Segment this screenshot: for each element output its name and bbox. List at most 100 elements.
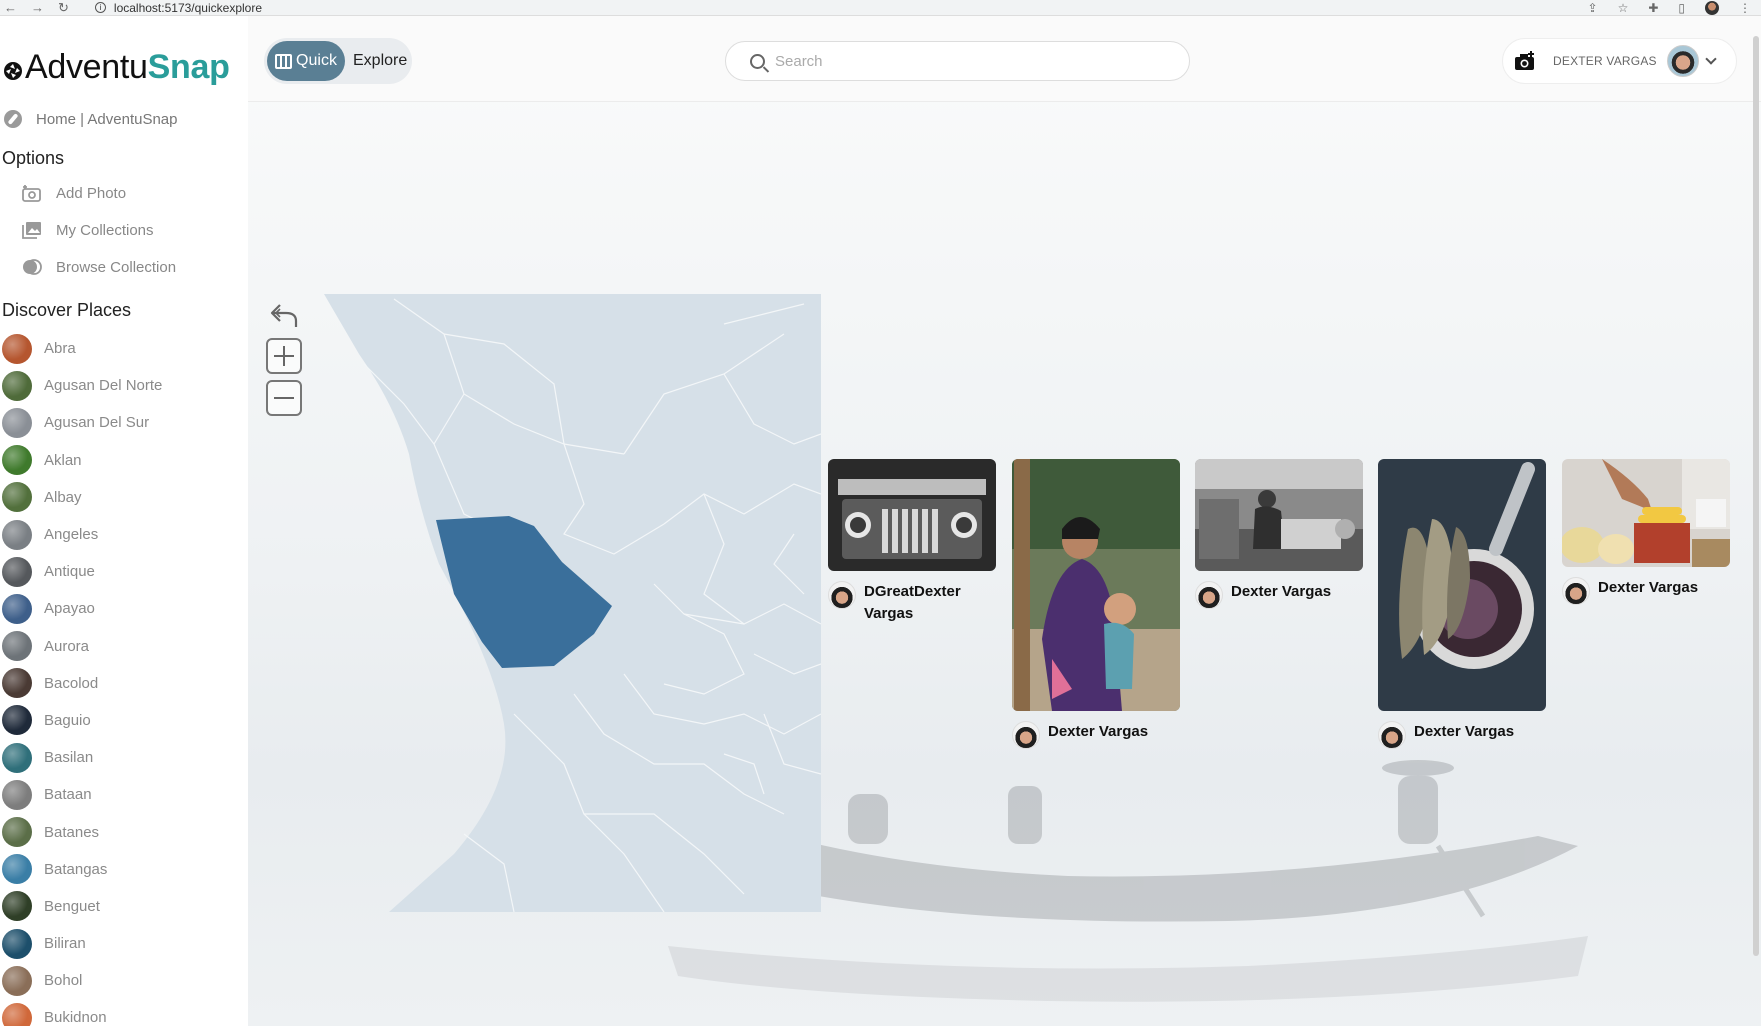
zoom-in-button[interactable] [266,338,302,374]
photo-image[interactable] [828,459,996,571]
photo-image[interactable] [1562,459,1730,567]
photo-image[interactable] [1378,459,1546,711]
place-thumbnail [2,593,32,624]
quick-mode-button[interactable]: Quick [267,41,345,81]
side-panel-icon[interactable]: ▯ [1678,1,1685,15]
place-item[interactable]: Abra [2,330,242,367]
photo-author[interactable]: Dexter Vargas [1012,721,1180,749]
place-item[interactable]: Antique [2,553,242,590]
scrollbar[interactable] [1753,36,1759,956]
photo-card[interactable]: Dexter Vargas [1012,459,1180,749]
place-item[interactable]: Batangas [2,851,242,888]
browse-icon [23,259,42,275]
place-thumbnail [2,519,32,550]
explore-mode-button[interactable]: Explore [353,52,407,70]
photo-author[interactable]: Dexter Vargas [1562,577,1730,605]
place-item[interactable]: Apayao [2,590,242,627]
place-item[interactable]: Biliran [2,925,242,962]
zoom-out-button[interactable] [266,380,302,416]
place-item[interactable]: Batanes [2,813,242,850]
author-name: DGreatDexter [864,583,961,600]
place-label: Bukidnon [44,1009,107,1026]
photo-card[interactable]: Dexter Vargas [1378,459,1546,749]
option-my-collections[interactable]: My Collections [22,221,154,239]
menu-icon[interactable]: ⋮ [1739,1,1751,15]
reload-icon[interactable]: ↻ [58,0,69,16]
star-icon[interactable]: ☆ [1618,1,1629,15]
option-add-photo[interactable]: Add Photo [22,184,126,202]
place-item[interactable]: Albay [2,479,242,516]
place-label: Aurora [44,637,90,655]
option-browse-collection[interactable]: Browse Collection [22,258,176,276]
app-logo[interactable]: Adventu Snap [3,48,230,87]
place-thumbnail [2,482,32,513]
photo-author[interactable]: Dexter Vargas [1195,581,1363,609]
place-thumbnail [2,779,32,810]
photo-card[interactable]: DGreatDexter Vargas [828,459,996,625]
place-item[interactable]: Angeles [2,516,242,553]
browser-toolbar: ← → ↻ i localhost:5173/quickexplore ⇪ ☆ … [0,0,1761,16]
photo-image[interactable] [1012,459,1180,711]
aperture-icon [4,61,22,80]
forward-icon[interactable]: → [31,0,44,16]
place-label: Benguet [44,897,100,915]
place-item[interactable]: Bukidnon [2,999,242,1026]
camera-plus-icon [1515,51,1534,70]
place-item[interactable]: Bacolod [2,665,242,702]
camera-button[interactable] [1503,39,1547,83]
photo-author[interactable]: DGreatDexter Vargas [828,581,996,625]
place-thumbnail [2,407,32,438]
place-thumbnail [2,668,32,699]
mode-toggle: Quick Explore [264,38,412,84]
place-item[interactable]: Agusan Del Norte [2,367,242,404]
share-icon[interactable]: ⇪ [1588,1,1598,15]
place-label: Basilan [44,749,94,767]
map-icon [275,53,293,69]
place-thumbnail [2,891,32,922]
home-link[interactable]: Home | AdventuSnap [4,110,178,128]
back-icon[interactable]: ← [4,0,17,16]
reset-view-button[interactable] [266,298,302,332]
place-item[interactable]: Bataan [2,776,242,813]
photo-card[interactable]: Dexter Vargas [1562,459,1730,605]
user-name[interactable]: DEXTER VARGAS [1553,54,1657,68]
place-item[interactable]: Bohol [2,962,242,999]
author-avatar [1012,721,1040,749]
photo-image[interactable] [1195,459,1363,571]
author-name: Dexter Vargas [1598,579,1699,596]
search-icon [750,53,765,69]
place-label: Agusan Del Norte [44,377,163,395]
place-item[interactable]: Baguio [2,702,242,739]
url-text[interactable]: localhost:5173/quickexplore [114,1,262,15]
extensions-icon[interactable]: ✚ [1648,1,1658,15]
province-map [324,294,821,912]
author-avatar [1562,577,1590,605]
info-icon[interactable]: i [94,2,106,13]
address-bar[interactable]: i localhost:5173/quickexplore [94,1,262,15]
sidebar: Adventu Snap Home | AdventuSnap Options A… [0,16,248,1026]
place-label: Albay [44,488,82,506]
profile-avatar[interactable] [1705,0,1719,15]
user-avatar[interactable] [1666,45,1699,77]
place-item[interactable]: Benguet [2,888,242,925]
place-item[interactable]: Aurora [2,628,242,665]
place-item[interactable]: Agusan Del Sur [2,404,242,441]
author-avatar [1378,721,1406,749]
photo-card[interactable]: Dexter Vargas [1195,459,1363,609]
compass-icon [4,110,22,128]
place-label: Batanes [44,823,100,841]
place-label: Abra [44,340,76,358]
home-link-label: Home | AdventuSnap [36,110,178,128]
place-item[interactable]: Basilan [2,739,242,776]
chevron-down-icon[interactable] [1705,53,1717,65]
search-input[interactable] [775,52,1155,70]
top-bar: Quick Explore DEXTER VARGAS [248,16,1761,102]
logo-text-accent: Snap [147,48,230,86]
map-controls [266,298,302,416]
photo-author[interactable]: Dexter Vargas [1378,721,1546,749]
undo-arrow-icon [270,304,298,327]
place-label: Bacolod [44,674,99,692]
place-label: Angeles [44,526,99,544]
place-item[interactable]: Aklan [2,442,242,479]
place-thumbnail [2,445,32,476]
